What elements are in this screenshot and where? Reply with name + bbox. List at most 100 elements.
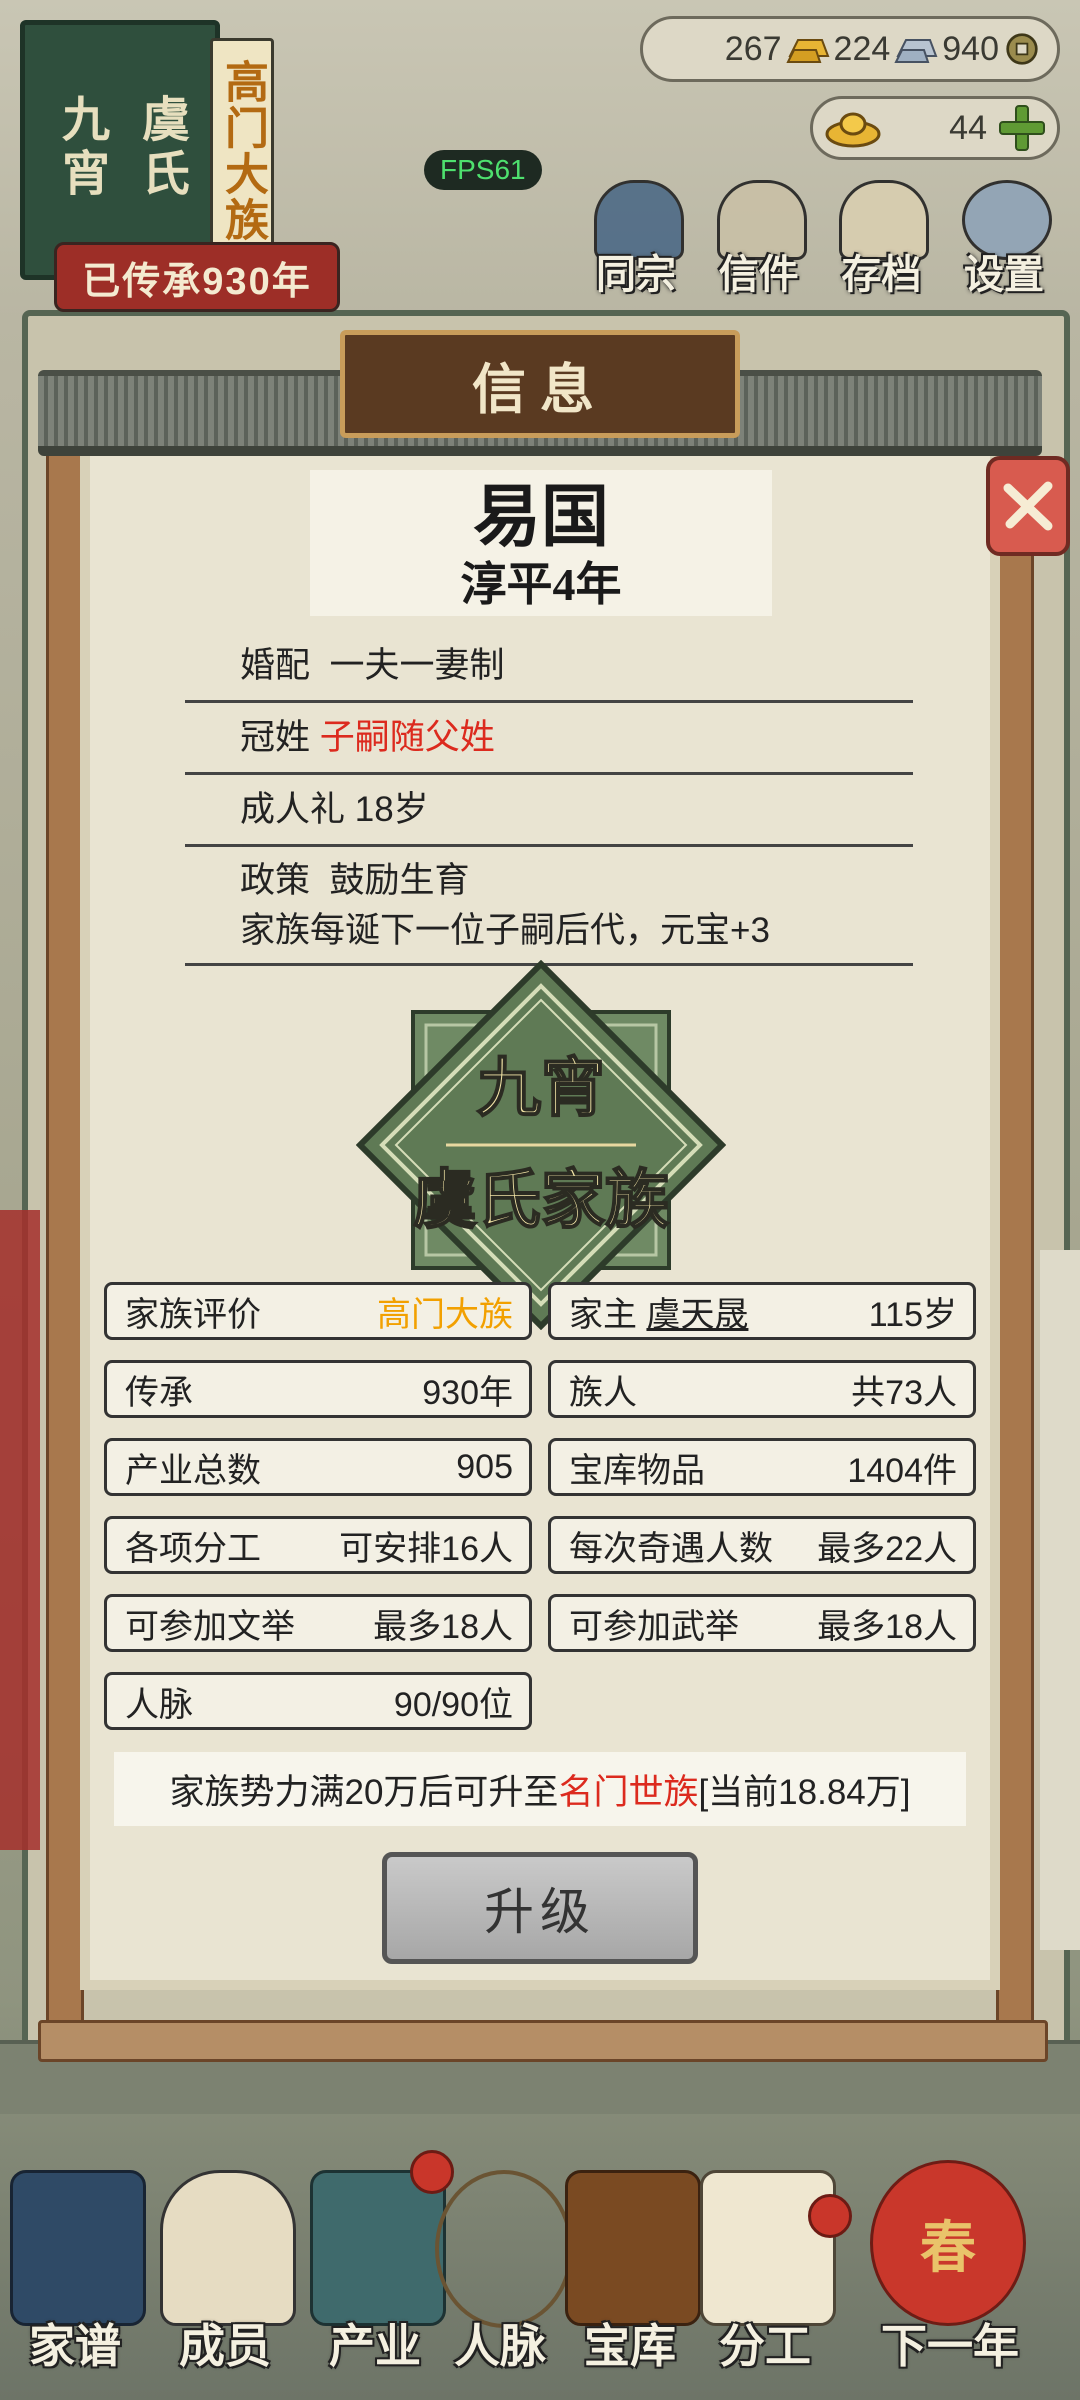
stat-value: 最多22人 [817, 1529, 957, 1568]
bottom-nav: 家谱 成员 产业 人脉 宝库 分工 春 下一年 [0, 2150, 1080, 2400]
nav-letters-label: 信件 [718, 252, 799, 297]
stat-military-exam: 可参加武举 最多18人 [548, 1594, 976, 1652]
policy-description: 家族每诞下一位子嗣后代，元宝+3 [240, 911, 770, 950]
lantern-char: 春 [920, 2217, 976, 2280]
scroll-icon [700, 2170, 836, 2326]
genealogy-book-icon [10, 2170, 146, 2326]
dialog-base-bar [38, 2020, 1048, 2062]
policy-row: 政策 鼓励生育 家族每诞下一位子嗣后代，元宝+3 [185, 852, 913, 966]
dialog-title: 信息 [472, 359, 608, 420]
stat-civil-exam: 可参加文举 最多18人 [104, 1594, 532, 1652]
nav-settings-label: 设置 [963, 252, 1044, 297]
nav-treasury-button[interactable]: 宝库 [555, 2150, 705, 2390]
stat-connections: 人脉 90/90位 [104, 1672, 532, 1730]
stat-value: 115岁 [868, 1295, 957, 1334]
family-name: 九宵 虞氏 [50, 94, 190, 202]
stat-value: 905 [456, 1447, 513, 1486]
nav-division-button[interactable]: 分工 [690, 2150, 852, 2390]
country-card: 易国 淳平4年 [310, 470, 772, 616]
stat-value: 90/90位 [393, 1685, 513, 1724]
nav-division-label: 分工 [719, 2321, 811, 2372]
stat-adventure-count: 每次奇遇人数 最多22人 [548, 1516, 976, 1574]
stat-label: 可参加武举 [569, 1607, 739, 1646]
stat-value: 共73人 [851, 1373, 957, 1412]
dialog-title-plate: 信息 [340, 330, 740, 438]
silver-bar-icon [894, 39, 938, 63]
stat-value: 可安排16人 [339, 1529, 513, 1568]
ingot-count: 44 [949, 108, 987, 147]
nav-clan-button[interactable]: 同宗 [580, 180, 692, 300]
surname-row: 冠姓 子嗣随父姓 [185, 708, 913, 775]
stat-clansmen: 族人 共73人 [548, 1360, 976, 1418]
upgrade-notice: 家族势力满20万后可升至 名门世族 [当前18.84万] [114, 1752, 966, 1826]
stat-label: 家主 [569, 1295, 637, 1334]
notification-dot [808, 2194, 852, 2238]
notice-prefix: 家族势力满20万后可升至 [169, 1772, 559, 1812]
member-portrait-icon [160, 2170, 296, 2326]
stat-treasury-items: 宝库物品 1404件 [548, 1438, 976, 1496]
ingot-bar: 44 [810, 96, 1060, 160]
stat-label: 人脉 [125, 1685, 193, 1724]
lantern-icon: 春 [870, 2160, 1026, 2326]
stat-inheritance: 传承 930年 [104, 1360, 532, 1418]
adult-rite-label: 成人礼 [240, 790, 346, 829]
stat-value: 最多18人 [817, 1607, 957, 1646]
dialog-roof: 信息 [28, 330, 1052, 456]
inheritance-ribbon: 已传承930年 [54, 242, 340, 312]
fps-counter: FPS61 [424, 150, 542, 190]
nav-letters-button[interactable]: 信件 [703, 180, 815, 300]
era-year: 淳平4年 [460, 559, 622, 610]
nav-genealogy-button[interactable]: 家谱 [0, 2150, 150, 2390]
family-head-name-link[interactable]: 虞天晟 [646, 1296, 748, 1334]
notice-target-rank: 名门世族 [558, 1772, 699, 1812]
nav-settings-button[interactable]: 设置 [948, 180, 1060, 300]
policy-value: 鼓励生育 [329, 861, 470, 900]
next-year-label: 下一年 [881, 2321, 1019, 2372]
currency-bar: 267 224 940 [640, 16, 1060, 82]
family-plaque[interactable]: 九宵 虞氏 高门大族 已传承930年 [14, 14, 340, 312]
stat-label: 可参加文举 [125, 1607, 295, 1646]
country-name: 易国 [472, 479, 609, 555]
nav-save-button[interactable]: 存档 [825, 180, 937, 300]
stat-family-rating: 家族评价 高门大族 [104, 1282, 532, 1340]
notice-suffix: [当前18.84万] [698, 1772, 911, 1812]
top-nav: 同宗 信件 存档 设置 [580, 180, 1060, 300]
nav-members-button[interactable]: 成员 [150, 2150, 300, 2390]
stat-label: 产业总数 [125, 1451, 261, 1490]
stat-family-head: 家主 虞天晟 115岁 [548, 1282, 976, 1340]
family-rank-text: 高门大族 [218, 59, 267, 243]
upgrade-button[interactable]: 升级 [382, 1852, 698, 1964]
nav-network-label: 人脉 [454, 2321, 546, 2372]
gold-count: 267 [724, 29, 782, 68]
treasure-chest-icon [565, 2170, 701, 2326]
stat-value: 最多18人 [373, 1607, 513, 1646]
family-emblem: 九宵 虞氏家族 [356, 960, 726, 1330]
right-pillar [996, 430, 1034, 2056]
emblem-line1: 九宵 [477, 1051, 605, 1126]
stat-label: 各项分工 [125, 1529, 261, 1568]
adult-rite-row: 成人礼 18岁 [185, 780, 913, 847]
stat-industry-total: 产业总数 905 [104, 1438, 532, 1496]
family-rank-tag: 高门大族 [210, 38, 274, 258]
family-name-col2: 虞氏 [134, 94, 187, 202]
policy-label: 政策 [240, 861, 311, 900]
stat-division-of-labor: 各项分工 可安排16人 [104, 1516, 532, 1574]
stat-label: 每次奇遇人数 [569, 1529, 773, 1568]
family-name-col1: 九宵 [54, 94, 107, 202]
add-ingot-plus-icon[interactable] [999, 105, 1045, 151]
marriage-value: 一夫一妻制 [329, 646, 505, 685]
close-icon [1003, 481, 1053, 531]
marriage-label: 婚配 [240, 646, 311, 685]
nav-save-label: 存档 [841, 252, 922, 297]
nav-clan-label: 同宗 [596, 252, 676, 297]
nav-network-button[interactable]: 人脉 [425, 2150, 575, 2390]
copper-coin-icon [1006, 33, 1038, 65]
stat-label: 家族评价 [125, 1295, 261, 1334]
close-button[interactable] [986, 456, 1070, 556]
left-pillar [46, 430, 84, 2056]
stat-value: 930年 [422, 1373, 513, 1412]
dialog-base [28, 1990, 1052, 2070]
next-year-button[interactable]: 春 下一年 [850, 2150, 1050, 2390]
adult-rite-value: 18岁 [354, 790, 429, 829]
silver-count: 224 [833, 29, 891, 68]
